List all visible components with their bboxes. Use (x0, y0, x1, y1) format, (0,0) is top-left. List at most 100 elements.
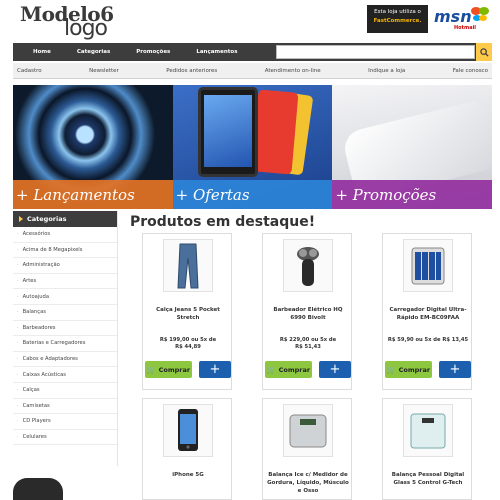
support-avatar[interactable] (13, 478, 63, 500)
category-item[interactable]: · Baterias e Carregadores (13, 336, 117, 352)
product-card[interactable]: Calça Jeans 5 Pocket Stretch R$ 199,00 o… (142, 233, 232, 390)
bullet-icon: · (17, 309, 19, 316)
bullet-icon: · (17, 278, 19, 285)
category-item[interactable]: · Artes (13, 274, 117, 290)
arrow-right-icon (19, 216, 23, 222)
bullet-icon: · (17, 246, 19, 253)
category-label: Cabos e Adaptadores (22, 356, 78, 363)
nav-promocoes[interactable]: Promoções (123, 49, 183, 55)
msn-hotmail-logo[interactable]: msn Hotmail (432, 4, 492, 34)
category-item[interactable]: · Camisetas (13, 399, 117, 415)
buy-button[interactable]: 🛒 Comprar (265, 361, 312, 378)
cart-icon: 🛒 (266, 365, 276, 374)
subnav-cadastro[interactable]: Cadastro (17, 68, 42, 74)
fastcommerce-brand: FastCommerce. (373, 18, 422, 24)
product-name[interactable]: Balança Pessoal Digital Glass 5 Control … (387, 471, 469, 487)
category-item[interactable]: · Celulares (13, 430, 117, 446)
more-button[interactable]: + (199, 361, 231, 378)
category-label: Caixas Acústicas (22, 371, 66, 378)
subnav-atendimento[interactable]: Atendimento on-line (265, 68, 321, 74)
category-item[interactable]: · Administração (13, 258, 117, 274)
nav-home[interactable]: Home (13, 49, 64, 55)
subnav-pedidos[interactable]: Pedidos anteriores (166, 68, 217, 74)
banner-promocoes[interactable]: + Promoções (332, 85, 493, 209)
product-name[interactable]: iPhone 5G (147, 471, 229, 479)
product-name[interactable]: Barbeador Elétrico HQ 6990 Bivolt (267, 306, 349, 322)
category-sidebar: Categorias · Acessórios · Acima de 8 Megap… (13, 211, 118, 466)
buy-button[interactable]: 🛒 Comprar (385, 361, 432, 378)
subnav-fale-conosco[interactable]: Fale conosco (453, 68, 488, 74)
buy-label: Comprar (278, 365, 311, 374)
bullet-icon: · (17, 418, 19, 425)
category-label: Barbeadores (22, 324, 56, 331)
scale-icon[interactable] (283, 404, 333, 457)
product-price: R$ 59,90 ou 5x de R$ 13,45 (387, 337, 469, 344)
buy-button[interactable]: 🛒 Comprar (145, 361, 192, 378)
category-item[interactable]: · Caixas Acústicas (13, 367, 117, 383)
fastcommerce-badge[interactable]: Esta loja utiliza o FastCommerce. (367, 5, 428, 33)
banner-lancamentos[interactable]: + Lançamentos (13, 85, 173, 209)
banner-caption: + Lançamentos (13, 180, 173, 209)
category-label: Calças (22, 387, 40, 394)
bullet-icon: · (17, 262, 19, 269)
iphone-icon[interactable] (163, 404, 213, 457)
category-item[interactable]: · Barbeadores (13, 321, 117, 337)
banner-caption: + Ofertas (172, 180, 333, 209)
bullet-icon: · (17, 231, 19, 238)
category-item[interactable]: · Acessórios (13, 227, 117, 243)
product-name[interactable]: Carregador Digital Ultra-Rápido EM-BC09F… (387, 306, 469, 322)
charger-icon[interactable] (403, 239, 453, 292)
secondary-nav: Cadastro Newsletter Pedidos anteriores A… (13, 63, 492, 79)
buy-label: Comprar (398, 365, 431, 374)
category-item[interactable]: · Calças (13, 383, 117, 399)
category-item[interactable]: · Cabos e Adaptadores (13, 352, 117, 368)
category-item[interactable]: · Autoajuda (13, 289, 117, 305)
price-line1: R$ 59,90 ou 5x de R$ 13,45 (387, 337, 469, 343)
category-label: Artes (22, 278, 37, 285)
search-input[interactable] (276, 45, 475, 59)
nav-lancamentos[interactable]: Lançamentos (183, 49, 250, 55)
hotmail-text: Hotmail (454, 25, 477, 31)
store-logo[interactable]: Modelo6 logo (12, 2, 122, 41)
bullet-icon: · (17, 293, 19, 300)
bullet-icon: · (17, 402, 19, 409)
search-button[interactable] (476, 43, 492, 61)
nav-categorias[interactable]: Categorias (64, 49, 123, 55)
product-card[interactable]: Balança Ice c/ Medidor de Gordura, Líqui… (262, 398, 352, 500)
butterfly-icon (471, 7, 489, 21)
promo-banners: + Lançamentos + Ofertas + Promoções (13, 85, 493, 209)
product-card[interactable]: Carregador Digital Ultra-Rápido EM-BC09F… (382, 233, 472, 390)
product-name[interactable]: Calça Jeans 5 Pocket Stretch (147, 306, 229, 322)
tablet-screen (203, 95, 252, 167)
fastcommerce-text: Esta loja utiliza o (374, 9, 421, 15)
bullet-icon: · (17, 340, 19, 347)
category-item[interactable]: · Acima de 8 Megapixels (13, 243, 117, 259)
category-label: Acima de 8 Megapixels (22, 246, 83, 253)
jeans-icon[interactable] (163, 239, 213, 292)
cart-icon: 🛒 (146, 365, 156, 374)
product-name[interactable]: Balança Ice c/ Medidor de Gordura, Líqui… (267, 471, 349, 495)
glass-scale-icon[interactable] (403, 404, 453, 457)
shaver-icon[interactable] (283, 239, 333, 292)
product-card[interactable]: iPhone 5G (142, 398, 232, 500)
category-label: Celulares (22, 434, 47, 441)
banner-ofertas[interactable]: + Ofertas (172, 85, 333, 209)
featured-products-title: Produtos em destaque! (130, 214, 316, 230)
more-button[interactable]: + (319, 361, 351, 378)
category-label: Baterias e Carregadores (22, 340, 86, 347)
product-price: R$ 229,00 ou 5x de R$ 51,43 (267, 337, 349, 351)
category-item[interactable]: · CD Players (13, 414, 117, 430)
sidebar-title: Categorias (13, 211, 117, 227)
product-card[interactable]: Balança Pessoal Digital Glass 5 Control … (382, 398, 472, 500)
bullet-icon: · (17, 324, 19, 331)
bullet-icon: · (17, 434, 19, 441)
price-line1: R$ 199,00 ou 5x de (159, 337, 217, 343)
category-label: Balanças (22, 309, 46, 316)
more-button[interactable]: + (439, 361, 471, 378)
subnav-indique[interactable]: Indique a loja (368, 68, 405, 74)
category-label: Administração (22, 262, 60, 269)
category-item[interactable]: · Balanças (13, 305, 117, 321)
subnav-newsletter[interactable]: Newsletter (89, 68, 119, 74)
category-label: Autoajuda (22, 293, 50, 300)
product-card[interactable]: Barbeador Elétrico HQ 6990 Bivolt R$ 229… (262, 233, 352, 390)
